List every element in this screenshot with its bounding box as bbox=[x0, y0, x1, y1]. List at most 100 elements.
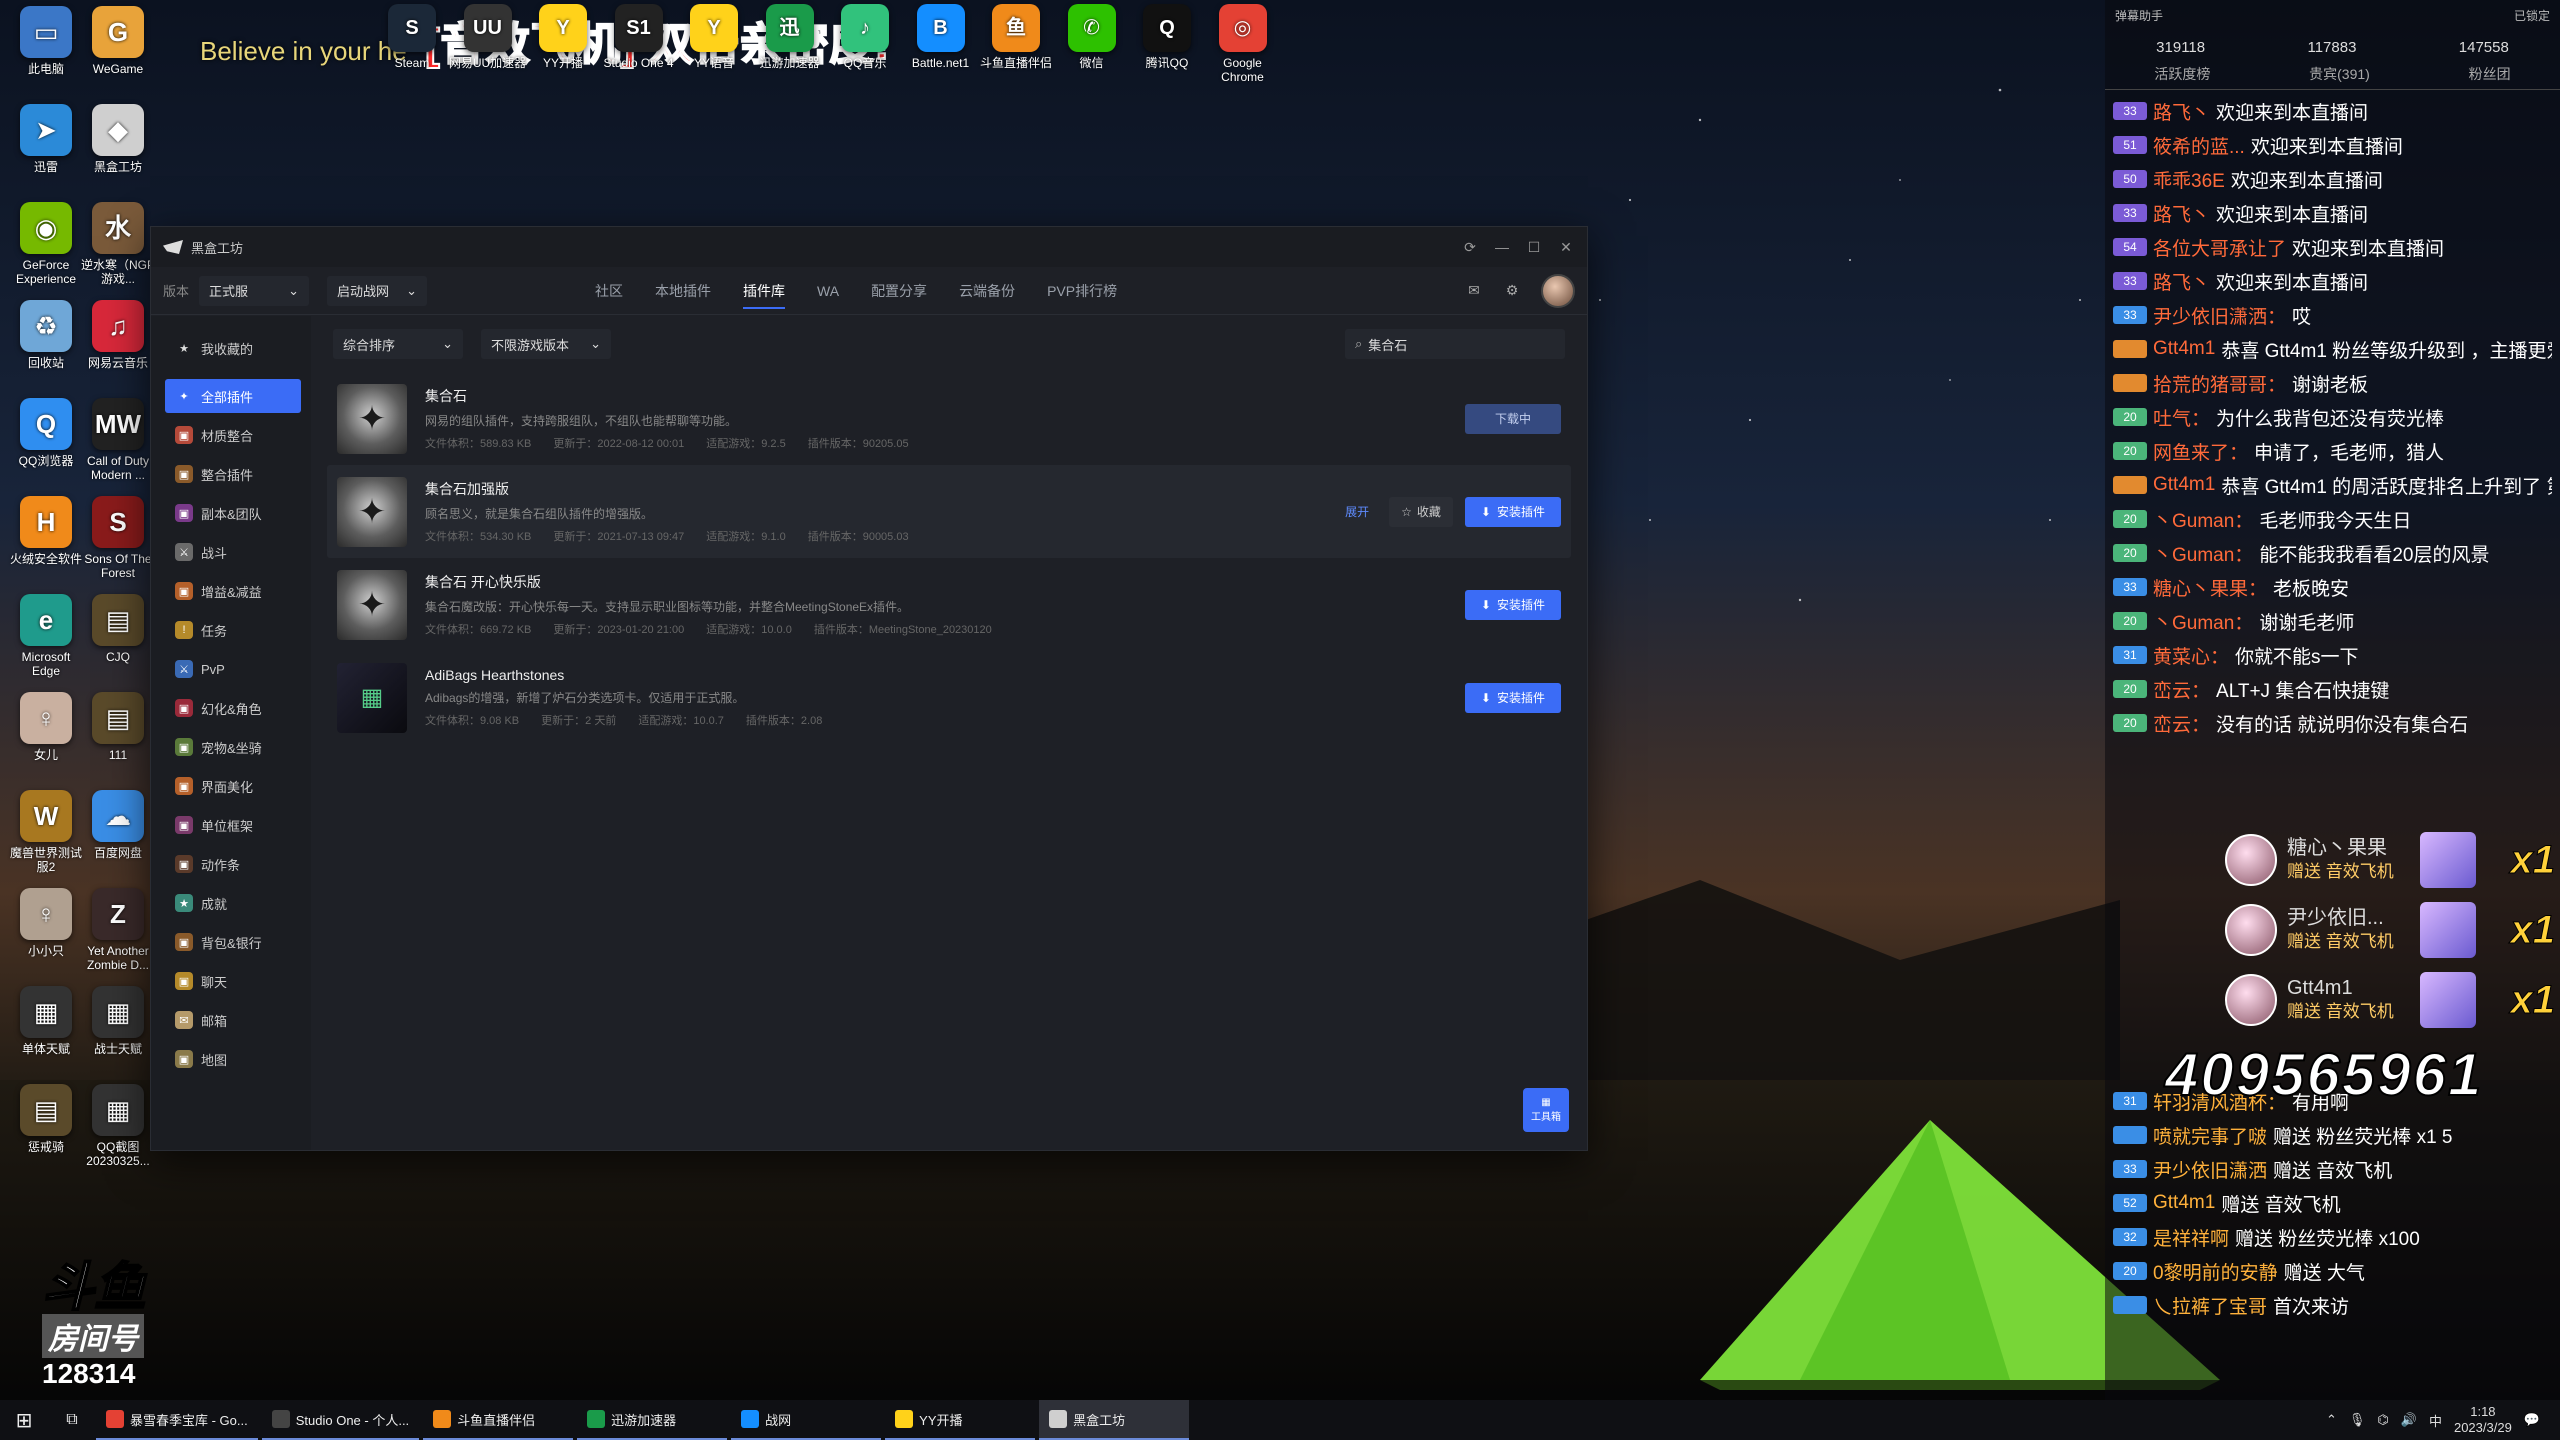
taskbar-item[interactable]: 迅游加速器 bbox=[577, 1400, 728, 1440]
desktop-icon[interactable]: ▦ 战士天赋 bbox=[78, 986, 158, 1056]
volume-icon[interactable]: 🔊 bbox=[2401, 1412, 2417, 1428]
sidebar-item[interactable]: ✉ 邮箱 bbox=[165, 1003, 301, 1037]
desktop-icon[interactable]: B Battle.net1 bbox=[901, 4, 981, 70]
desktop-icon[interactable]: ✆ 微信 bbox=[1052, 4, 1132, 70]
desktop-icon[interactable]: Q 腾讯QQ bbox=[1127, 4, 1207, 70]
plugin-row[interactable]: ▦ AdiBags Hearthstones Adibags的增强，新增了炉石分类选… bbox=[327, 651, 1571, 744]
clock[interactable]: 1:18 2023/3/29 bbox=[2454, 1404, 2512, 1436]
microphone-icon[interactable]: 🎙 bbox=[2349, 1412, 2366, 1428]
sidebar-item[interactable]: ▣ 宠物&坐骑 bbox=[165, 730, 301, 764]
desktop-icon[interactable]: ♫ 网易云音乐 bbox=[78, 300, 158, 370]
plugin-row[interactable]: ✦ 集合石 开心快乐版 集合石魔改版：开心快乐每一天。支持显示职业图标等功能，并整合… bbox=[327, 558, 1571, 651]
tab-fan-club[interactable]: 粉丝团 bbox=[2469, 64, 2511, 89]
mail-icon[interactable]: ✉ bbox=[1465, 282, 1483, 300]
taskbar-item[interactable]: 斗鱼直播伴侣 bbox=[423, 1400, 574, 1440]
sidebar-item[interactable]: ★ 成就 bbox=[165, 886, 301, 920]
gear-icon[interactable]: ⚙ bbox=[1503, 282, 1521, 300]
sidebar-item[interactable]: ! 任务 bbox=[165, 613, 301, 647]
sidebar-item[interactable]: ▣ 背包&银行 bbox=[165, 925, 301, 959]
desktop-icon[interactable]: W 魔兽世界测试服2 bbox=[6, 790, 86, 874]
desktop-icon[interactable]: ☁ 百度网盘 bbox=[78, 790, 158, 860]
desktop-icon[interactable]: Q QQ浏览器 bbox=[6, 398, 86, 468]
desktop-icon[interactable]: ▤ CJQ bbox=[78, 594, 158, 664]
desktop-icon[interactable]: 迅迅游加速器 bbox=[750, 4, 830, 70]
desktop-icon[interactable]: 鱼斗鱼直播伴侣 bbox=[976, 4, 1056, 70]
notification-icon[interactable]: 💬 bbox=[2524, 1412, 2540, 1428]
desktop-icon[interactable]: ♻ 回收站 bbox=[6, 300, 86, 370]
sidebar-item[interactable]: ▣ 单位框架 bbox=[165, 808, 301, 842]
sidebar-item[interactable]: ▣ 聊天 bbox=[165, 964, 301, 998]
tab-2[interactable]: 插件库 bbox=[743, 267, 786, 315]
sort-select[interactable]: 综合排序 ⌄ bbox=[333, 329, 463, 359]
desktop-icon[interactable]: UU 网易UU加速器 bbox=[448, 4, 528, 70]
desktop-icon[interactable]: ➤ 迅雷 bbox=[6, 104, 86, 174]
user-avatar[interactable] bbox=[1541, 273, 1575, 308]
sidebar-item[interactable]: ⚔ 战斗 bbox=[165, 535, 301, 569]
sidebar-item[interactable]: ▣ 幻化&角色 bbox=[165, 691, 301, 725]
desktop-icon[interactable]: Z Yet Another Zombie D... bbox=[78, 888, 158, 972]
launcher-select[interactable]: 启动战网 ⌄ bbox=[327, 275, 428, 306]
tab-vip[interactable]: 贵宾(391) bbox=[2309, 64, 2370, 89]
windows-start-icon[interactable]: ⊞ bbox=[0, 1400, 48, 1440]
sidebar-item[interactable]: ▣ 增益&减益 bbox=[165, 574, 301, 608]
tab-5[interactable]: 云端备份 bbox=[959, 267, 1015, 315]
toolbox-button[interactable]: ▦ 工具箱 bbox=[1523, 1088, 1569, 1132]
expand-link[interactable]: 展开 bbox=[1345, 503, 1369, 520]
install-plugin-button[interactable]: ⬇ 安装插件 bbox=[1464, 496, 1561, 527]
desktop-icon[interactable]: Y YY开播 bbox=[523, 4, 603, 70]
desktop-icon[interactable]: ◎ Google Chrome bbox=[1203, 4, 1283, 84]
desktop-icon[interactable]: S Steam bbox=[372, 4, 452, 70]
game-version-select[interactable]: 不限游戏版本 ⌄ bbox=[481, 329, 611, 359]
plugin-row[interactable]: ✦ 集合石 网易的组队插件，支持跨服组队，不组队也能帮聊等功能。 文件体积：589.8… bbox=[327, 372, 1571, 465]
desktop-icon[interactable]: ◆ 黑盒工坊 bbox=[78, 104, 158, 174]
sidebar-item[interactable]: ▣ 副本&团队 bbox=[165, 496, 301, 530]
sidebar-item[interactable]: ▣ 动作条 bbox=[165, 847, 301, 881]
desktop-icon[interactable]: ♪ QQ音乐 bbox=[825, 4, 905, 70]
tab-0[interactable]: 社区 bbox=[595, 267, 623, 315]
desktop-icon[interactable]: ▤ 111 bbox=[78, 692, 158, 762]
desktop-icon[interactable]: H 火绒安全软件 bbox=[6, 496, 86, 566]
search-input[interactable] bbox=[1368, 336, 1539, 352]
desktop-icon[interactable]: S Sons Of The Forest bbox=[78, 496, 158, 580]
desktop-icon[interactable]: Y YY语音 bbox=[674, 4, 754, 70]
taskbar-item[interactable]: YY开播 bbox=[885, 1400, 1036, 1440]
network-icon[interactable]: ⌬ bbox=[2377, 1412, 2388, 1428]
sidebar-item[interactable]: ⚔ PvP bbox=[165, 652, 301, 686]
plugin-row[interactable]: ✦ 集合石加强版 顾名思义，就是集合石组队插件的增强版。 文件体积：534.30 KB… bbox=[327, 465, 1571, 558]
sidebar-item[interactable]: ▣ 地图 bbox=[165, 1042, 301, 1076]
desktop-icon[interactable]: S1 Studio One 4 bbox=[599, 4, 679, 70]
taskbar-item[interactable]: 黑盒工坊 bbox=[1039, 1400, 1190, 1440]
taskbar-item[interactable]: 暴雪春季宝库 - Go... bbox=[96, 1400, 258, 1440]
version-select[interactable]: 正式服 ⌄ bbox=[199, 275, 310, 306]
tab-6[interactable]: PVP排行榜 bbox=[1047, 267, 1117, 315]
tab-1[interactable]: 本地插件 bbox=[655, 267, 711, 315]
install-plugin-button[interactable]: ⬇ 安装插件 bbox=[1464, 682, 1561, 713]
desktop-icon[interactable]: 水逆水寒（NGP游戏... bbox=[78, 202, 158, 286]
tab-3[interactable]: WA bbox=[817, 267, 839, 315]
sidebar-item-favorites[interactable]: ★ 我收藏的 bbox=[165, 331, 301, 365]
sidebar-item[interactable]: ▣ 材质整合 bbox=[165, 418, 301, 452]
desktop-icon[interactable]: ▤ 惩戒骑 bbox=[6, 1084, 86, 1154]
ime-indicator[interactable]: 中 bbox=[2429, 1411, 2442, 1430]
downloading-button[interactable]: 下载中 bbox=[1464, 403, 1561, 434]
desktop-icon[interactable]: e Microsoft Edge bbox=[6, 594, 86, 678]
desktop-icon[interactable]: MW Call of Duty Modern ... bbox=[78, 398, 158, 482]
minimize-icon[interactable]: — bbox=[1493, 238, 1511, 256]
desktop-icon[interactable]: ♀ 女儿 bbox=[6, 692, 86, 762]
sidebar-item[interactable]: ▣ 整合插件 bbox=[165, 457, 301, 491]
refresh-icon[interactable]: ⟳ bbox=[1461, 238, 1479, 256]
install-plugin-button[interactable]: ⬇ 安装插件 bbox=[1464, 589, 1561, 620]
sidebar-item[interactable]: ▣ 界面美化 bbox=[165, 769, 301, 803]
sidebar-item[interactable]: ✦ 全部插件 bbox=[165, 379, 301, 413]
maximize-icon[interactable]: ☐ bbox=[1525, 238, 1543, 256]
collect-button[interactable]: ☆ 收藏 bbox=[1389, 496, 1453, 527]
taskbar-item[interactable]: 战网 bbox=[731, 1400, 882, 1440]
close-icon[interactable]: ✕ bbox=[1557, 238, 1575, 256]
task-view-icon[interactable]: ⧉ bbox=[48, 1400, 96, 1440]
desktop-icon[interactable]: ♀ 小小只 bbox=[6, 888, 86, 958]
desktop-icon[interactable]: ◉ GeForce Experience bbox=[6, 202, 86, 286]
desktop-icon[interactable]: ▦ 单体天赋 bbox=[6, 986, 86, 1056]
desktop-icon[interactable]: G WeGame bbox=[78, 6, 158, 76]
desktop-icon[interactable]: ▭ 此电脑 bbox=[6, 6, 86, 76]
chevron-up-icon[interactable]: ⌃ bbox=[2326, 1412, 2337, 1428]
